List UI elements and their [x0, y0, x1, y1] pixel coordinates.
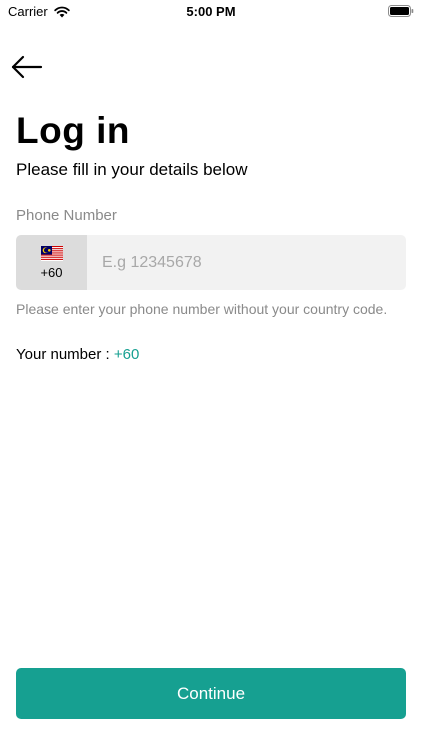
login-screen: Carrier 5:00 PM Log in Please fill in yo…: [0, 0, 422, 750]
page-subtitle: Please fill in your details below: [16, 160, 248, 179]
phone-number-label: Phone Number: [16, 207, 117, 224]
phone-helper-text: Please enter your phone number without y…: [16, 301, 388, 317]
arrow-left-icon: [11, 55, 43, 79]
continue-button[interactable]: Continue: [16, 668, 406, 719]
country-code-selector[interactable]: +60: [16, 235, 87, 290]
battery-icon: [388, 5, 414, 17]
your-number-line: Your number : +60: [16, 346, 139, 363]
status-time: 5:00 PM: [186, 4, 236, 19]
page-title: Log in: [16, 110, 130, 151]
phone-number-input[interactable]: [87, 235, 406, 290]
malaysia-flag-icon: [40, 245, 63, 261]
phone-number-field: +60: [16, 235, 406, 290]
status-bar: Carrier 5:00 PM: [0, 0, 422, 24]
country-code-label: +60: [40, 264, 63, 280]
your-number-label: Your number :: [16, 346, 114, 363]
your-number-value: +60: [113, 346, 140, 363]
back-button[interactable]: [10, 54, 44, 80]
